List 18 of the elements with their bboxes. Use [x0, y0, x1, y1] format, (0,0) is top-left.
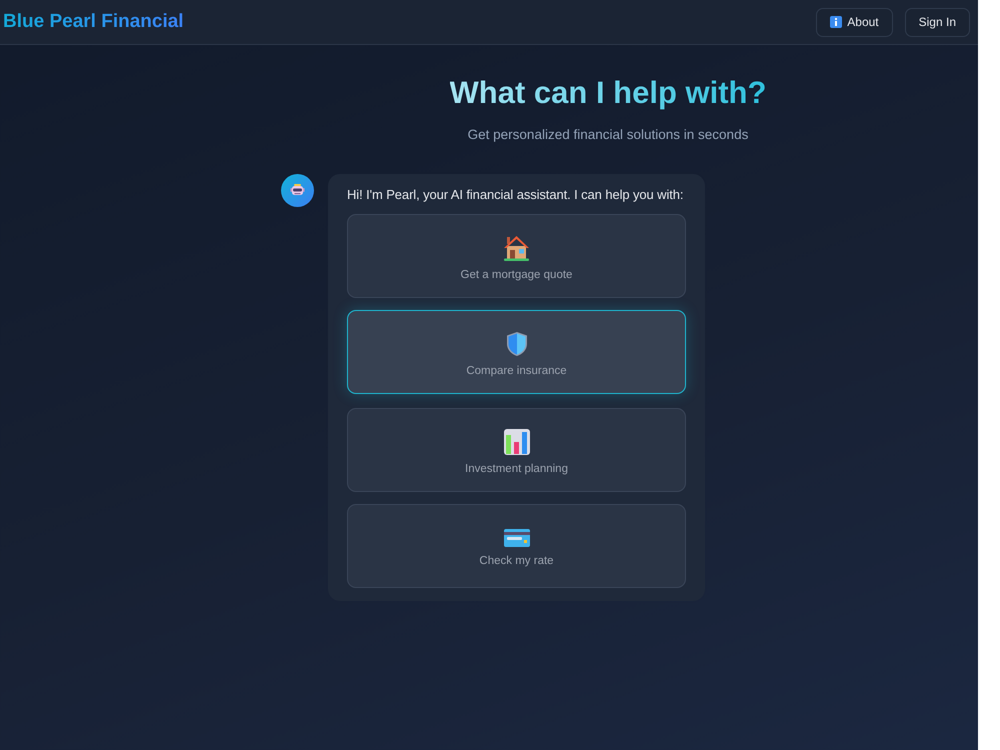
option-label: Compare insurance	[466, 365, 567, 377]
hero-subtitle: Get personalized financial solutions in seconds	[468, 127, 748, 142]
info-icon	[830, 16, 842, 28]
option-card[interactable]: Check my rate	[347, 504, 686, 588]
sign-in-button[interactable]: Sign In	[904, 8, 970, 36]
option-card[interactable]: Compare insurance	[347, 310, 686, 394]
shield-icon	[506, 331, 528, 357]
option-label: Check my rate	[479, 555, 554, 567]
option-card[interactable]: Investment planning	[347, 408, 686, 492]
robot-avatar-icon	[281, 174, 314, 207]
option-label: Get a mortgage quote	[460, 269, 572, 281]
assistant-message: Hi! I'm Pearl, your AI financial assistant. I can help you with:	[347, 187, 684, 202]
house-icon	[503, 235, 530, 261]
about-button[interactable]: About	[816, 8, 893, 36]
option-card[interactable]: Get a mortgage quote	[347, 214, 686, 298]
bar-chart-icon	[504, 429, 530, 455]
credit-card-icon	[504, 529, 530, 547]
option-label: Investment planning	[465, 463, 568, 475]
